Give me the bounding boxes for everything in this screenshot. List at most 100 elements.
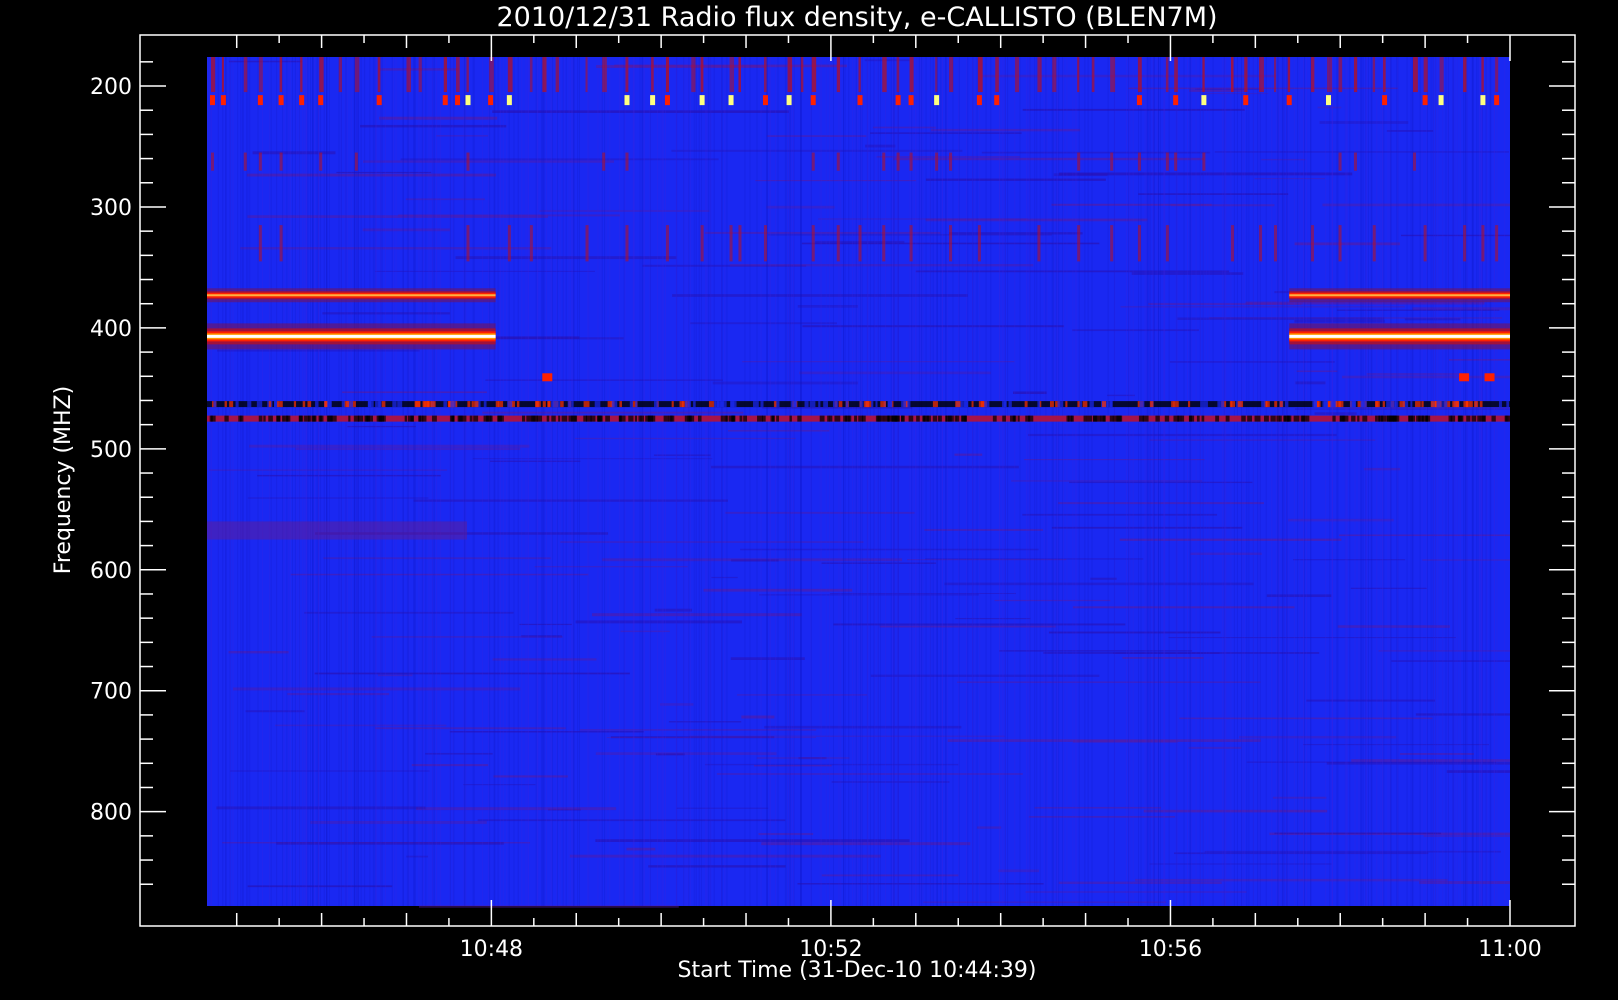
interference-speck [1116,415,1122,422]
burst-core [1422,95,1428,106]
burst-spike [935,57,938,93]
noise-grain [1445,57,1447,906]
noise-grain [721,57,723,906]
noise-grain [1452,57,1454,906]
interference-speck [1139,401,1145,408]
interference-speck [551,415,556,422]
noise-grain [312,57,314,906]
interference-speck [1002,415,1006,422]
noise-grain [1057,57,1059,906]
burst-spike [211,57,216,93]
noise-grain [225,57,227,906]
noise-grain [1014,57,1016,906]
noise-grain [525,57,527,906]
noise-grain [958,57,960,906]
noise-grain [915,57,917,906]
emission-band [1289,334,1510,338]
noise-grain [867,57,869,906]
noise-grain [1157,57,1159,906]
noise-grain [288,57,290,906]
noise-grain [369,57,371,906]
noise-streak [1149,439,1376,441]
noise-grain [1107,57,1109,906]
interference-speck [1375,415,1378,422]
noise-grain [1454,57,1456,906]
noise-grain [494,57,496,906]
interference-speck [1471,415,1477,422]
noise-grain [1383,57,1385,906]
noise-grain [240,57,242,906]
noise-grain [855,57,857,906]
burst-echo [258,152,262,171]
noise-grain [302,57,304,906]
spectrogram-heatmap [207,57,1513,908]
burst-core [257,95,263,106]
interference-speck [497,415,502,422]
noise-grain [232,57,234,906]
interference-speck [757,415,763,422]
interference-speck [1261,401,1266,408]
noise-grain [316,57,318,906]
noise-grain [210,57,212,906]
noise-grain [406,57,408,906]
interference-speck [1457,415,1461,422]
noise-streak [668,721,742,723]
burst-core [664,95,670,106]
burst-echo [858,225,862,262]
interference-speck [274,401,277,408]
interference-speck [1408,415,1411,422]
interference-speck [375,401,381,408]
noise-grain [1419,57,1421,906]
burst-echo [625,225,629,262]
burst-spike [1137,57,1142,93]
y-axis-label: Frequency (MHZ) [51,386,76,574]
noise-grain [408,57,410,906]
burst-spike [529,57,533,93]
burst-spike [625,57,629,93]
x-tick-label: 11:00 [1478,937,1541,962]
noise-grain [340,57,342,906]
noise-grain [921,57,923,906]
interference-speck [1416,415,1421,422]
noise-grain [893,57,895,906]
noise-grain [296,57,298,906]
interference-speck [1421,401,1424,408]
noise-grain [372,57,374,906]
burst-spike [811,57,817,93]
interference-speck [634,415,638,422]
interference-speck [859,401,864,408]
interference-speck [1083,415,1087,422]
noise-grain [286,57,288,906]
noise-grain [487,57,489,906]
interference-speck [1049,401,1054,408]
x-tick-label: 10:56 [1139,937,1202,962]
noise-grain [328,57,330,906]
interference-speck [971,401,974,408]
emission-band [207,294,496,297]
noise-grain [936,57,938,906]
interference-speck [1200,401,1205,408]
noise-grain [1337,57,1339,906]
noise-grain [916,57,918,906]
noise-grain [1480,57,1482,906]
interference-speck [773,401,777,408]
burst-spike [338,57,343,93]
noise-grain [769,57,771,906]
noise-grain [577,57,579,906]
noise-grain [1003,57,1005,906]
noise-streak [1120,306,1405,308]
noise-grain [941,57,943,906]
burst-echo [1077,225,1081,262]
noise-grain [1039,57,1041,906]
noise-grain [1087,57,1089,906]
noise-grain [632,57,634,906]
noise-grain [344,57,346,906]
noise-grain [517,57,519,906]
interference-speck [901,415,904,422]
noise-grain [1043,57,1045,906]
noise-grain [545,57,547,906]
interference-speck [302,401,306,408]
noise-grain [1406,57,1408,906]
noise-grain [1084,57,1086,906]
noise-grain [573,57,575,906]
